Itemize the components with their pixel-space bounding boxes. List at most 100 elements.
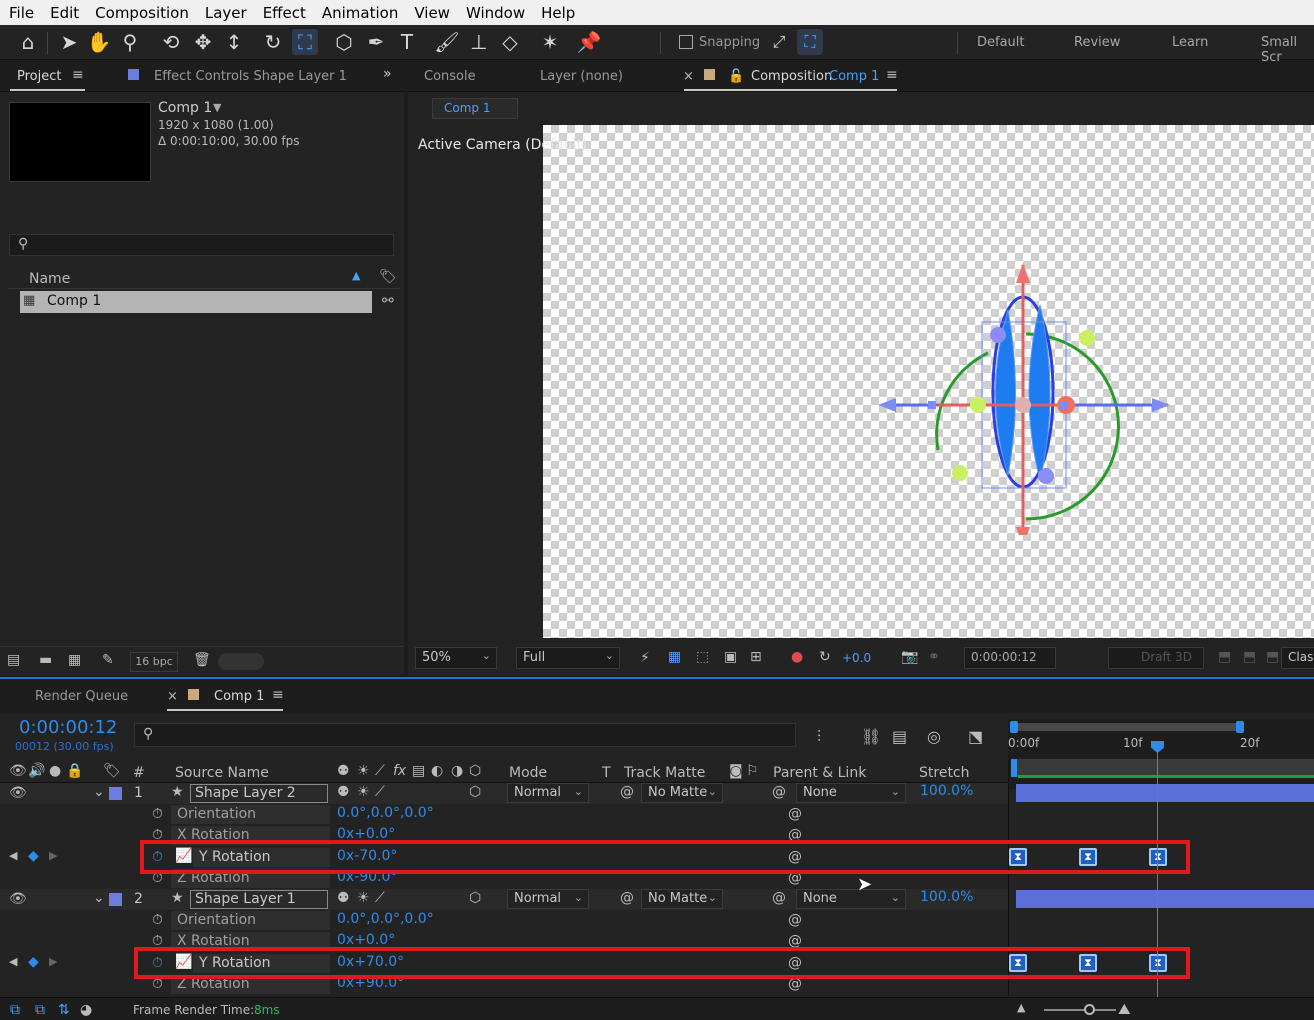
shy-switch-icon[interactable]: ⚉ (337, 890, 350, 906)
pickwhip-icon[interactable]: @ (620, 784, 634, 800)
motion-blur-switch-icon[interactable]: ◐ (431, 763, 443, 779)
tab-project[interactable]: Project (17, 69, 61, 84)
sort-ascending-icon[interactable]: ▲ (352, 269, 360, 282)
breadcrumb[interactable]: Comp 1 (432, 98, 518, 119)
track-matte-dropdown[interactable]: No Matte ⌄ (641, 889, 723, 909)
tab-composition-name[interactable]: Comp 1 (829, 69, 879, 84)
render-time-icon[interactable]: ◕ (80, 1002, 92, 1018)
color-channels-icon[interactable]: ● (791, 649, 803, 665)
resolution-dropdown[interactable]: Full ⌄ (516, 647, 620, 669)
frame-blending-icon[interactable]: ▤ (892, 727, 907, 746)
matte-icon[interactable]: ◙ (729, 763, 743, 779)
menu-help[interactable]: Help (532, 4, 582, 22)
workspace-review[interactable]: Review (1074, 35, 1120, 50)
pan-camera-icon[interactable]: ✥ (190, 29, 216, 55)
table-row[interactable]: 👁 ⌄ 1 ★ Shape Layer 2 ⚉ ☀ ⟋ ⬡ Normal ⌄ @ … (0, 783, 1008, 804)
name-column-header[interactable]: Name (29, 271, 70, 287)
show-snapshot-icon[interactable]: ⚭ (928, 649, 940, 665)
pickwhip-icon[interactable]: @ (620, 890, 634, 906)
trash-icon[interactable]: 🗑 (193, 652, 211, 668)
3d-layer-switch-icon[interactable]: ⬡ (469, 784, 481, 800)
panel-menu-icon[interactable]: ≡ (72, 67, 84, 83)
zoom-tool-icon[interactable]: ⚲ (117, 29, 143, 55)
in-out-icon[interactable]: ⇅ (58, 1002, 70, 1018)
workspace-learn[interactable]: Learn (1172, 35, 1208, 50)
3d-ground-plane-icon[interactable]: ⬒ (1266, 649, 1279, 665)
type-tool-icon[interactable]: T (394, 29, 420, 55)
eye-icon[interactable]: 👁 (9, 891, 27, 907)
tab-layer[interactable]: Layer (none) (540, 69, 623, 84)
property-row[interactable]: ⏱ Orientation 0.0°,0.0°,0.0° @ (0, 910, 1008, 931)
chevron-down-icon[interactable]: ⌄ (93, 890, 105, 906)
panel-menu-icon[interactable]: ≡ (886, 67, 898, 83)
quality-switch-icon[interactable]: ⟋ (375, 890, 385, 906)
tab-effect-controls[interactable]: Effect Controls Shape Layer 1 (154, 69, 347, 84)
chevron-down-icon[interactable]: ⌄ (93, 784, 105, 800)
collapse-switch-icon[interactable]: ☀ (357, 763, 370, 779)
rotation-handle[interactable] (970, 397, 986, 413)
exposure-value[interactable]: +0.0 (842, 651, 871, 665)
work-area-start-handle[interactable] (1010, 721, 1018, 733)
snap-edges-icon[interactable]: ⤢ (766, 29, 792, 55)
mode-column-header[interactable]: Mode (509, 765, 547, 781)
zoom-slider-track[interactable] (1044, 1009, 1116, 1011)
fast-previews-icon[interactable]: ⚡ (640, 650, 650, 666)
num-column-header[interactable]: # (133, 765, 145, 781)
shy-switch-icon[interactable]: ⚉ (337, 763, 350, 779)
rotation-handle[interactable] (1038, 468, 1054, 484)
3d-layer-switch-icon[interactable]: ⬡ (469, 763, 481, 779)
stopwatch-icon[interactable]: ⏱ (152, 912, 163, 928)
comp-title[interactable]: Comp 1 (158, 100, 212, 116)
tab-composition[interactable]: Composition (751, 69, 832, 84)
comp-mini-flowchart-icon[interactable]: ⫶ (817, 727, 821, 747)
y-axis-arrow-bottom[interactable] (1016, 527, 1030, 535)
blend-mode-dropdown[interactable]: Normal ⌄ (507, 783, 589, 803)
stretch-value[interactable]: 100.0% (920, 889, 973, 905)
motion-blur-icon[interactable]: ◎ (927, 727, 941, 746)
stretch-value[interactable]: 100.0% (920, 783, 973, 799)
transparency-grid-icon[interactable]: ▦ (668, 649, 681, 665)
project-search-input[interactable]: ⚲ (9, 234, 394, 256)
brush-tool-icon[interactable]: 🖌 (434, 29, 460, 55)
label-tag-icon[interactable]: 🏷 (379, 269, 397, 285)
parent-column-header[interactable]: Parent & Link (773, 765, 866, 781)
orbit-camera-icon[interactable]: ⟲ (158, 29, 184, 55)
draft-3d-toggle[interactable]: Draft 3D (1108, 647, 1204, 669)
layer-label-color[interactable] (109, 893, 122, 906)
bit-depth-button[interactable]: 16 bpc (130, 652, 178, 672)
collapse-switch-icon[interactable]: ☀ (357, 890, 370, 906)
flowchart-icon[interactable]: ⚯ (382, 293, 394, 309)
shape-tool-icon[interactable]: ⬡ (331, 29, 357, 55)
solo-icon[interactable]: ● (49, 763, 61, 779)
track-matte-dropdown[interactable]: No Matte ⌄ (641, 783, 723, 803)
next-keyframe-icon[interactable]: ▶ (49, 849, 57, 862)
menu-window[interactable]: Window (457, 4, 532, 22)
new-folder-icon[interactable]: ▬ (39, 652, 52, 668)
shape-layers-gizmo[interactable] (878, 225, 1178, 535)
menu-composition[interactable]: Composition (86, 4, 196, 22)
shy-switch-icon[interactable]: ⚉ (337, 784, 350, 800)
fx-switch-icon[interactable]: fx (393, 763, 406, 779)
layer-duration-bar[interactable] (1016, 784, 1314, 802)
next-keyframe-icon[interactable]: ▶ (49, 955, 57, 968)
tab-console[interactable]: Console (424, 69, 476, 84)
property-value[interactable]: 0.0°,0.0°,0.0° (337, 805, 434, 821)
tab-comp[interactable]: Comp 1 (214, 689, 264, 704)
renderer-dropdown[interactable]: Class (1281, 647, 1314, 669)
rotation-handle[interactable] (1079, 330, 1095, 346)
3d-view-icon[interactable]: ⬒ (1243, 649, 1256, 665)
graph-editor-icon[interactable]: ⬔ (968, 727, 983, 746)
close-tab-icon[interactable]: × (167, 689, 178, 704)
adjust-project-settings-icon[interactable]: ✎ (102, 652, 114, 668)
previous-keyframe-icon[interactable]: ◀ (9, 955, 17, 968)
reset-exposure-icon[interactable]: ↻ (819, 649, 831, 665)
anchor-point-handle[interactable] (1015, 397, 1031, 413)
label-tag-icon[interactable]: 🏷 (103, 763, 121, 779)
time-ruler[interactable]: 0:00f 10f 20f (1008, 719, 1314, 789)
quality-switch-icon[interactable]: ⟋ (375, 784, 385, 800)
menu-layer[interactable]: Layer (196, 4, 254, 22)
timeline-search-input[interactable]: ⚲ (134, 723, 796, 747)
property-value[interactable]: 0.0°,0.0°,0.0° (337, 911, 434, 927)
property-value[interactable]: 0x+0.0° (337, 932, 395, 948)
layer-duration-bar[interactable] (1016, 890, 1314, 908)
